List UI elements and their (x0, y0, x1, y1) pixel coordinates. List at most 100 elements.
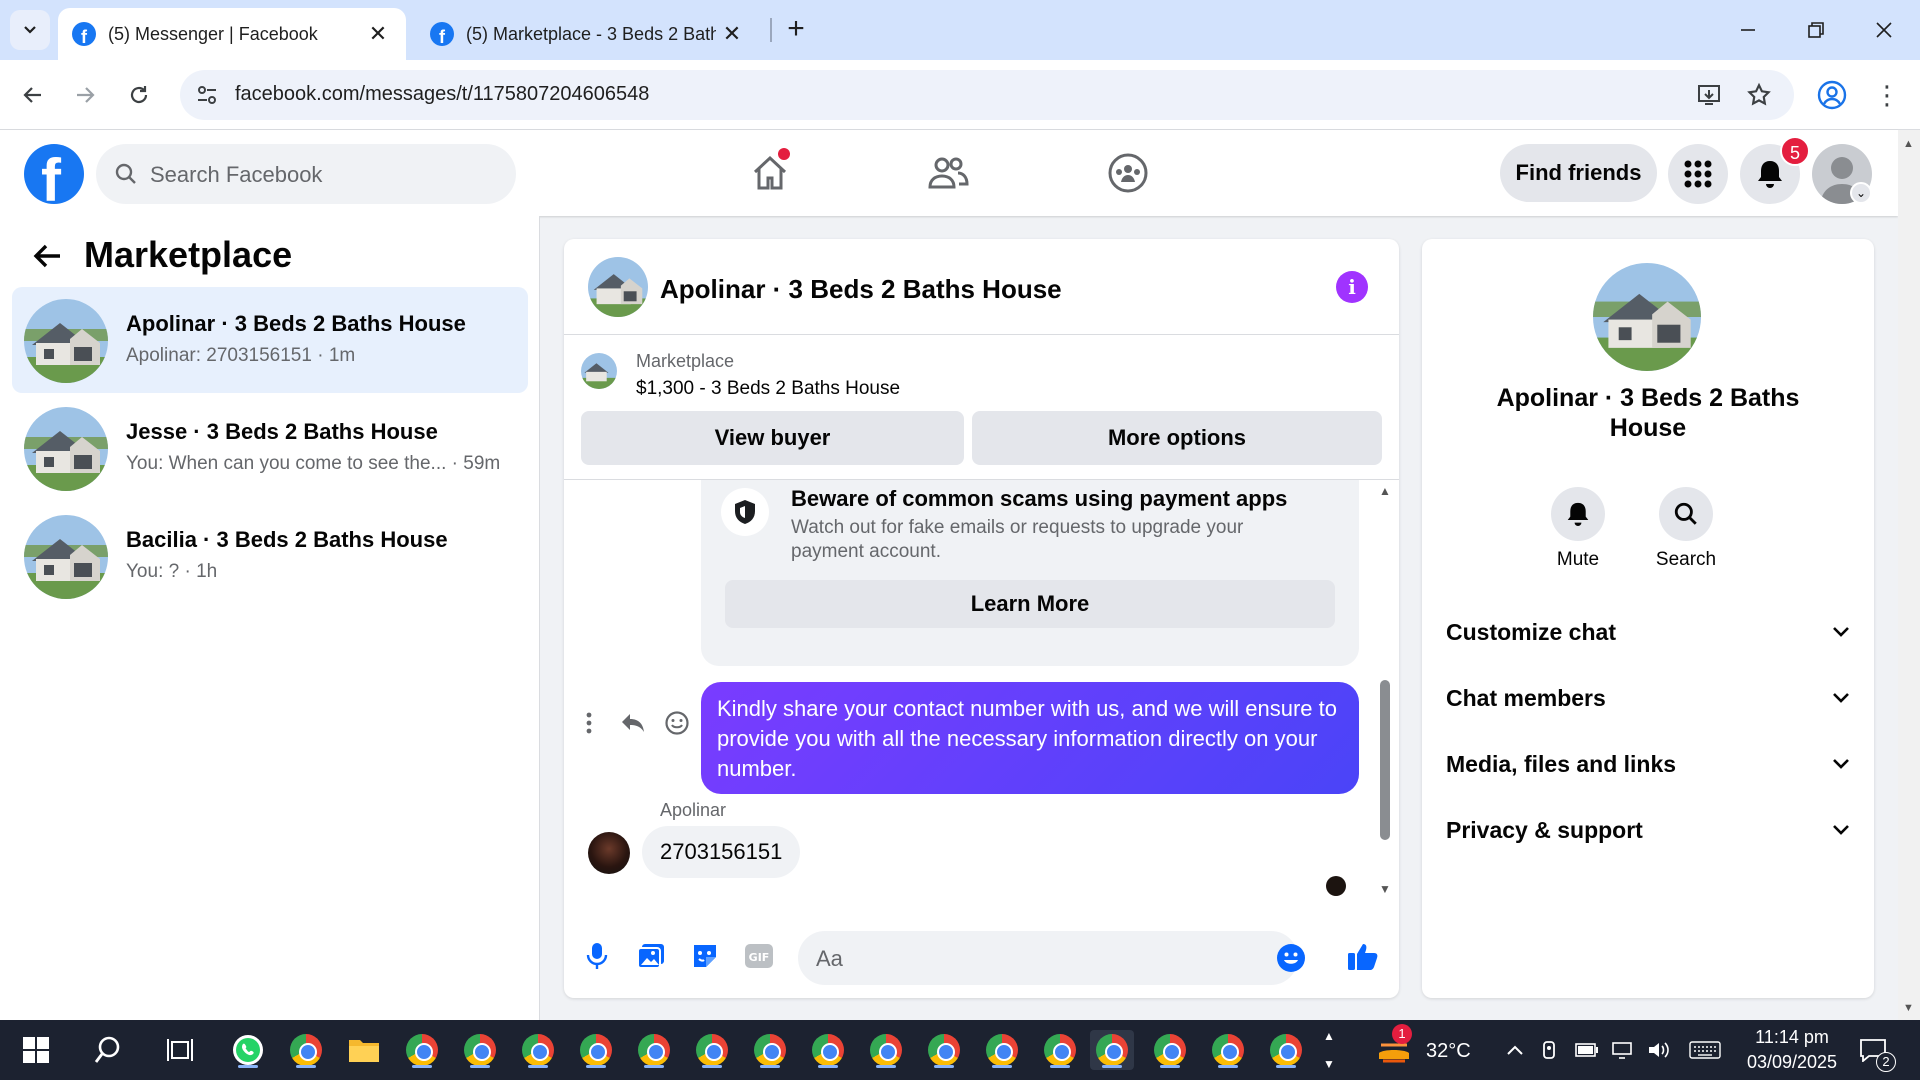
close-window-icon[interactable] (1864, 10, 1904, 50)
volume-icon[interactable] (1646, 1038, 1672, 1062)
back-arrow-icon[interactable] (12, 74, 54, 116)
reply-icon[interactable] (618, 708, 648, 738)
tab-search-button[interactable] (10, 10, 50, 50)
chrome-icon[interactable] (690, 1030, 734, 1070)
scroll-down-arrow-icon[interactable]: ▼ (1378, 882, 1392, 896)
react-smiley-icon[interactable] (662, 708, 692, 738)
photo-gallery-icon[interactable] (634, 939, 668, 973)
address-bar[interactable]: facebook.com/messages/t/1175807204606548 (180, 70, 1794, 120)
conversation-item-jesse[interactable]: Jesse · 3 Beds 2 Baths House You: When c… (12, 395, 528, 501)
browser-profile-icon[interactable] (1815, 78, 1849, 112)
battery-icon[interactable] (1574, 1038, 1600, 1062)
new-tab-plus-icon[interactable]: + (780, 14, 812, 46)
chrome-icon[interactable] (516, 1030, 560, 1070)
chrome-icon[interactable] (806, 1030, 850, 1070)
account-chevron-down-icon[interactable]: ⌄ (1850, 182, 1872, 204)
file-explorer-icon[interactable] (342, 1030, 386, 1070)
task-view-icon[interactable] (158, 1030, 202, 1070)
chrome-icon[interactable] (1264, 1030, 1308, 1070)
windows-start-icon[interactable] (14, 1030, 58, 1070)
clock-date[interactable]: 03/09/2025 (1736, 1052, 1848, 1073)
gif-icon[interactable]: GIF (742, 939, 776, 973)
chrome-icon[interactable] (864, 1030, 908, 1070)
scroll-up-arrow-icon[interactable]: ▲ (1903, 138, 1914, 150)
menu-grid-icon[interactable] (1668, 144, 1728, 204)
chrome-icon[interactable] (632, 1030, 676, 1070)
chrome-icon[interactable] (1038, 1030, 1082, 1070)
chrome-icon[interactable] (922, 1030, 966, 1070)
site-settings-icon[interactable] (194, 82, 220, 108)
whatsapp-icon[interactable] (226, 1030, 270, 1070)
search-in-conversation-button[interactable]: Search (1641, 487, 1731, 571)
reload-icon[interactable] (118, 74, 160, 116)
incoming-message-bubble[interactable]: 2703156151 (642, 826, 801, 878)
tab-marketplace[interactable]: f (5) Marketplace - 3 Beds 2 Bath ✕ (416, 8, 760, 60)
close-tab-icon[interactable]: ✕ (364, 21, 392, 47)
close-tab-icon[interactable]: ✕ (718, 21, 746, 47)
page-scrollbar[interactable]: ▲ ▼ (1898, 130, 1920, 1020)
temperature-label[interactable]: 32°C (1426, 1040, 1471, 1063)
forward-arrow-icon[interactable] (64, 74, 106, 116)
conversation-item-apolinar[interactable]: Apolinar · 3 Beds 2 Baths House Apolinar… (12, 287, 528, 393)
view-buyer-button[interactable]: View buyer (581, 411, 964, 465)
listing-thumbnail[interactable] (581, 353, 617, 389)
mute-button[interactable]: Mute (1533, 487, 1623, 571)
taskbar-scroll-up-icon[interactable]: ▲ (1316, 1024, 1342, 1048)
bookmark-star-icon[interactable] (1744, 80, 1774, 110)
scrollbar-thumb[interactable] (1380, 680, 1390, 840)
friends-nav-icon[interactable] (918, 148, 978, 198)
keyboard-icon[interactable] (1688, 1038, 1722, 1062)
show-hidden-icons-chevron-icon[interactable] (1502, 1038, 1528, 1062)
search-icon[interactable] (86, 1030, 130, 1070)
chrome-icon[interactable] (1148, 1030, 1192, 1070)
groups-nav-icon[interactable] (1098, 148, 1158, 198)
customize-chat-section[interactable]: Customize chat (1446, 609, 1850, 655)
chrome-icon[interactable] (574, 1030, 618, 1070)
clock-time[interactable]: 11:14 pm (1746, 1027, 1838, 1048)
network-icon[interactable] (1610, 1038, 1636, 1062)
learn-more-button[interactable]: Learn More (725, 580, 1335, 628)
find-friends-button[interactable]: Find friends (1500, 144, 1657, 202)
scroll-up-arrow-icon[interactable]: ▲ (1378, 484, 1392, 498)
privacy-support-section[interactable]: Privacy & support (1446, 807, 1850, 853)
chrome-icon[interactable] (400, 1030, 444, 1070)
sticker-icon[interactable] (688, 939, 722, 973)
home-nav-icon[interactable] (740, 148, 800, 198)
chrome-icon[interactable] (1206, 1030, 1250, 1070)
message-scrollbar[interactable]: ▲ ▼ (1378, 480, 1392, 910)
conversation-item-bacilia[interactable]: Bacilia · 3 Beds 2 Baths House You: ? · … (12, 503, 528, 609)
facebook-search-input[interactable]: Search Facebook (96, 144, 516, 204)
browser-menu-icon[interactable]: ⋮ (1872, 78, 1902, 112)
more-actions-icon[interactable] (574, 708, 604, 738)
meet-icon[interactable] (1538, 1038, 1564, 1062)
sender-avatar[interactable] (588, 832, 630, 874)
back-arrow-icon[interactable] (30, 238, 66, 274)
thumbs-up-icon[interactable] (1346, 939, 1380, 973)
restore-icon[interactable] (1796, 10, 1836, 50)
media-files-links-section[interactable]: Media, files and links (1446, 741, 1850, 787)
taskbar-scroll-down-icon[interactable]: ▼ (1316, 1052, 1342, 1076)
conversation-avatar[interactable] (1593, 263, 1701, 371)
chrome-icon-active[interactable] (1090, 1030, 1134, 1070)
conversation-info-icon[interactable]: i (1336, 271, 1368, 303)
outgoing-message-bubble[interactable]: Kindly share your contact number with us… (701, 682, 1359, 794)
minimize-icon[interactable] (1728, 10, 1768, 50)
mute-label: Mute (1556, 549, 1600, 570)
scroll-down-arrow-icon[interactable]: ▼ (1903, 1002, 1914, 1014)
emoji-picker-icon[interactable] (1276, 943, 1306, 973)
facebook-logo-icon[interactable]: f (24, 144, 84, 204)
chrome-icon[interactable] (284, 1030, 328, 1070)
listing-price-title[interactable]: $1,300 - 3 Beds 2 Baths House (636, 378, 900, 400)
message-input[interactable]: Aa (798, 931, 1305, 985)
more-options-button[interactable]: More options (972, 411, 1382, 465)
tab-messenger[interactable]: f (5) Messenger | Facebook ✕ (58, 8, 406, 60)
chrome-icon[interactable] (458, 1030, 502, 1070)
microphone-icon[interactable] (580, 939, 614, 973)
chrome-icon[interactable] (748, 1030, 792, 1070)
chat-members-section[interactable]: Chat members (1446, 675, 1850, 721)
chevron-down-icon (1833, 693, 1849, 703)
chat-avatar[interactable] (588, 257, 648, 317)
install-app-icon[interactable] (1695, 80, 1725, 110)
chat-title[interactable]: Apolinar · 3 Beds 2 Baths House (660, 274, 1062, 305)
chrome-icon[interactable] (980, 1030, 1024, 1070)
